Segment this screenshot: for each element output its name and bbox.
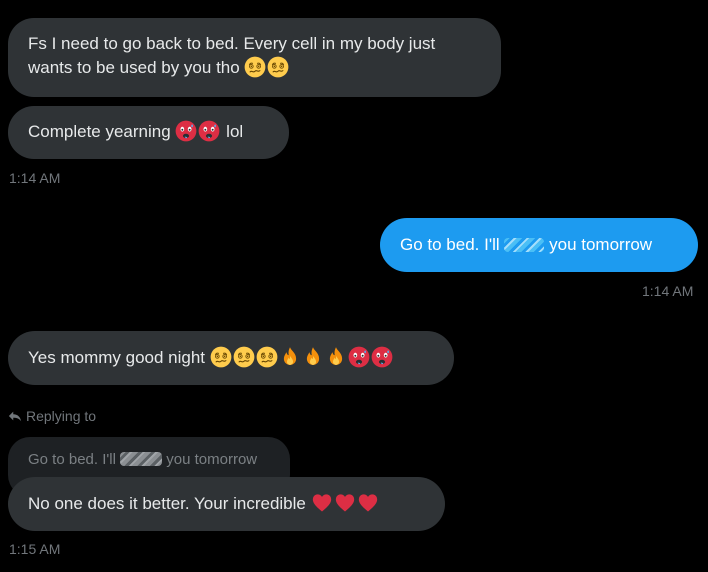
hot-face-icon: [198, 120, 220, 142]
message-text: Yes mommy good night: [28, 348, 206, 367]
woozy-face-icon: [244, 56, 266, 78]
censored-word-scribble: [120, 452, 163, 466]
fire-icon: [279, 346, 301, 368]
message-line: wants to be used by you tho: [28, 56, 481, 80]
message-bubble-received[interactable]: Yes mommy good night: [8, 331, 454, 385]
message-text: you tomorrow: [549, 235, 653, 254]
hot-face-icon: [371, 346, 393, 368]
red-heart-icon: [334, 492, 356, 514]
quoted-text: you tomorrow: [166, 451, 258, 468]
red-heart-icon: [357, 492, 379, 514]
message-bubble-sent[interactable]: Go to bed. I'll you tomorrow: [380, 218, 698, 272]
woozy-face-icon: [256, 346, 278, 368]
red-heart-icon: [311, 492, 333, 514]
message-bubble-received[interactable]: No one does it better. Your incredible: [8, 477, 445, 531]
woozy-face-icon: [233, 346, 255, 368]
message-text: lol: [226, 122, 244, 141]
message-text: Go to bed. I'll: [400, 235, 500, 254]
replying-to-label: Replying to: [8, 408, 96, 424]
fire-icon: [325, 346, 347, 368]
timestamp: 1:14 AM: [642, 283, 694, 299]
hot-face-icon: [348, 346, 370, 368]
timestamp: 1:15 AM: [9, 541, 61, 557]
message-line: Fs I need to go back to bed. Every cell …: [28, 34, 436, 53]
replying-to-text: Replying to: [26, 408, 97, 424]
message-bubble-received[interactable]: Fs I need to go back to bed. Every cell …: [8, 18, 501, 97]
woozy-face-icon: [267, 56, 289, 78]
hot-face-icon: [175, 120, 197, 142]
censored-word-scribble: [504, 238, 545, 252]
message-bubble-received[interactable]: Complete yearning lol: [8, 106, 289, 159]
woozy-face-icon: [210, 346, 232, 368]
reply-arrow-icon: [8, 409, 22, 423]
timestamp: 1:14 AM: [9, 170, 61, 186]
fire-icon: [302, 346, 324, 368]
message-text: No one does it better. Your incredible: [28, 494, 306, 513]
message-text: Complete yearning: [28, 122, 171, 141]
message-text: wants to be used by you tho: [28, 58, 240, 77]
quoted-text: Go to bed. I'll: [28, 451, 116, 468]
